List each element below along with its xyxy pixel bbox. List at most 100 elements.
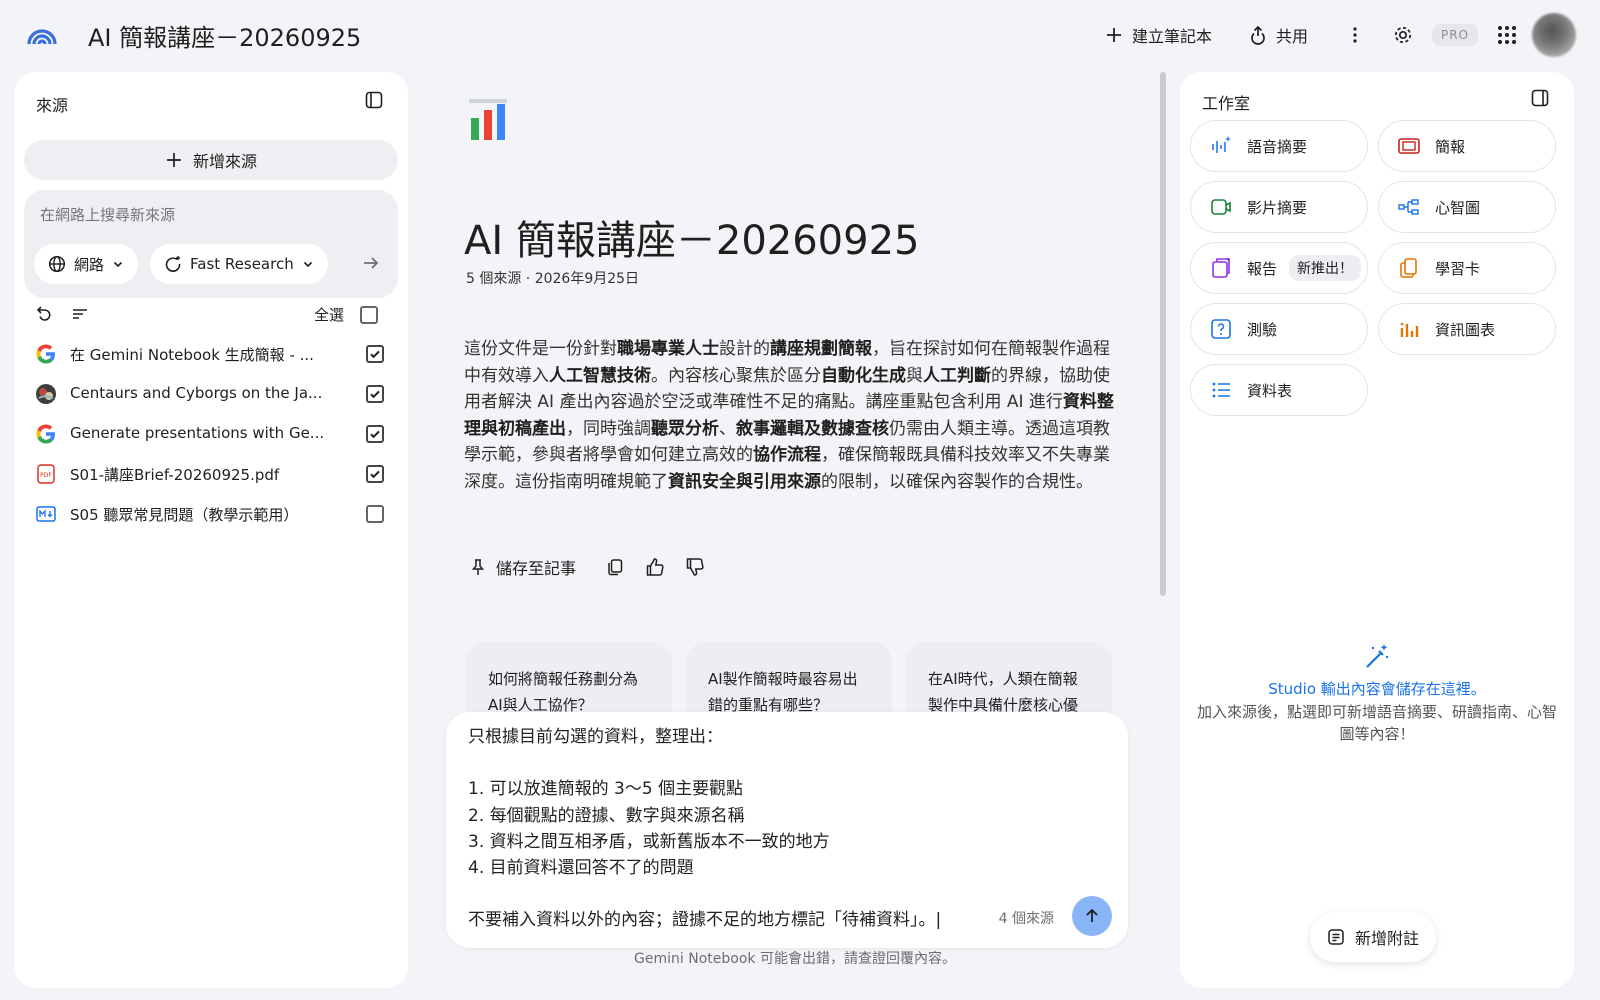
share-button[interactable]: 共用 — [1238, 16, 1318, 54]
report-button[interactable]: 報告 新推出！ — [1190, 242, 1368, 294]
apps-grid-icon — [1497, 25, 1517, 45]
pdf-icon: PDF — [34, 462, 58, 486]
source-checkbox[interactable] — [366, 385, 384, 403]
add-source-button[interactable]: 新增來源 — [24, 140, 398, 180]
web-source-dropdown[interactable]: 網路 — [34, 244, 139, 284]
source-item[interactable]: Centaurs and Cyborgs on the Ja... — [14, 374, 408, 414]
infographic-icon — [1397, 317, 1421, 341]
chat-input-text[interactable]: 只根據目前勾選的資料，整理出： 1. 可以放進簡報的 3～5 個主要觀點 2. … — [468, 724, 988, 934]
chat-scrollbar[interactable] — [1160, 72, 1166, 596]
source-checkbox[interactable] — [366, 465, 384, 483]
tile-label: 資料表 — [1247, 381, 1293, 400]
notebook-title[interactable]: AI 簡報講座－20260925 — [88, 18, 361, 53]
data-table-button[interactable]: 資料表 — [1190, 364, 1368, 416]
audio-overview-button[interactable]: 語音摘要 — [1190, 120, 1368, 172]
source-title: S05 聽眾常見問題（教學示範用） — [70, 506, 299, 524]
suggested-question[interactable]: 如何將簡報任務劃分為AI與人工協作？ — [466, 642, 672, 720]
summary-emphasis: 資訊安全與引用來源 — [668, 471, 821, 492]
top-bar: AI 簡報講座－20260925 建立筆記本 共用 PRO — [0, 0, 1600, 70]
select-all-label[interactable]: 全選 — [314, 304, 344, 325]
collapse-studio-button[interactable] — [1530, 88, 1552, 110]
notebook-summary: 這份文件是一份針對職場專業人士設計的講座規劃簡報，旨在探討如何在簡報製作過程中有… — [464, 336, 1114, 495]
pro-badge: PRO — [1431, 24, 1478, 46]
source-list-tools: 全選 — [34, 300, 390, 330]
bar-chart-emoji-icon — [468, 98, 508, 142]
source-checkbox[interactable] — [366, 345, 384, 363]
summary-emphasis: 自動化生成 — [821, 365, 906, 386]
svg-text:PDF: PDF — [40, 472, 52, 479]
tile-label: 影片摘要 — [1247, 198, 1308, 217]
studio-panel-title: 工作室 — [1202, 94, 1251, 113]
chevron-down-icon — [302, 258, 314, 270]
copy-icon — [606, 558, 624, 576]
studio-panel: 工作室 語音摘要 簡報 影片摘要 心智圖 報告 新推出！ 學習卡 測驗 資訊圖表… — [1180, 72, 1574, 988]
send-button[interactable] — [1072, 896, 1112, 936]
mind-map-button[interactable]: 心智圖 — [1378, 181, 1556, 233]
infographic-button[interactable]: 資訊圖表 — [1378, 303, 1556, 355]
thumbs-down-icon — [685, 557, 705, 577]
disclaimer: Gemini Notebook 可能會出錯，請查證回覆內容。 — [634, 951, 956, 967]
avatar[interactable] — [1532, 13, 1576, 57]
suggested-question[interactable]: AI製作簡報時最容易出錯的重點有哪些？ — [686, 642, 892, 720]
source-checkbox[interactable] — [366, 505, 384, 523]
tile-label: 簡報 — [1435, 137, 1466, 156]
summary-emphasis: 人工智慧技術 — [549, 365, 651, 386]
google-icon — [34, 342, 58, 366]
pin-icon — [470, 558, 486, 576]
summary-emphasis: 敘事邏輯及數據查核 — [736, 418, 889, 439]
quiz-button[interactable]: 測驗 — [1190, 303, 1368, 355]
source-title: 在 Gemini Notebook 生成簡報 - ... — [70, 346, 314, 364]
selected-source-count: 4 個來源 — [998, 911, 1054, 927]
slides-button[interactable]: 簡報 — [1378, 120, 1556, 172]
sources-panel: 來源 新增來源 網路 Fast Research — [14, 72, 408, 988]
sort-icon[interactable] — [70, 304, 90, 324]
source-item[interactable]: PDF S01-講座Brief-20260925.pdf — [14, 454, 408, 494]
suggested-question[interactable]: 在AI時代，人類在簡報製作中具備什麼核心優勢？ — [906, 642, 1112, 720]
quiz-icon — [1209, 317, 1233, 341]
copy-button[interactable] — [600, 552, 630, 582]
research-mode-label: Fast Research — [190, 255, 294, 273]
arrow-right-icon — [360, 252, 384, 274]
notebook-meta: 5 個來源 · 2026年9月25日 — [466, 271, 640, 287]
note-icon — [1327, 928, 1345, 946]
summary-emphasis: 講座規劃簡報 — [770, 339, 872, 359]
chat-composer[interactable]: 只根據目前勾選的資料，整理出： 1. 可以放進簡報的 3～5 個主要觀點 2. … — [446, 712, 1128, 948]
suggested-questions: 如何將簡報任務劃分為AI與人工協作？ AI製作簡報時最容易出錯的重點有哪些？ 在… — [466, 642, 1116, 720]
source-list: 在 Gemini Notebook 生成簡報 - ... Centaurs an… — [14, 334, 408, 534]
settings-icon — [1392, 24, 1414, 46]
research-mode-dropdown[interactable]: Fast Research — [150, 244, 328, 284]
add-note-label: 新增附註 — [1354, 929, 1419, 948]
source-item[interactable]: 在 Gemini Notebook 生成簡報 - ... — [14, 334, 408, 374]
select-all-checkbox[interactable] — [360, 306, 378, 324]
refresh-sources-icon[interactable] — [34, 304, 54, 324]
studio-empty-description: 加入來源後，點選即可新增語音摘要、研讀指南、心智圖等內容！ — [1196, 703, 1557, 743]
settings-button[interactable] — [1384, 16, 1422, 54]
more-vert-icon — [1352, 26, 1358, 44]
thumbs-up-button[interactable] — [640, 552, 670, 582]
summary-emphasis: 職場專業人士 — [617, 339, 719, 359]
web-search-input[interactable] — [40, 202, 380, 228]
search-submit-button[interactable] — [360, 252, 384, 276]
chat-panel: AI 簡報講座－20260925 5 個來源 · 2026年9月25日 這份文件… — [430, 72, 1166, 988]
source-item[interactable]: Generate presentations with Ge... — [14, 414, 408, 454]
collapse-sources-button[interactable] — [364, 90, 386, 112]
summary-emphasis: 聽眾分析 — [651, 418, 719, 439]
notebook-logo-icon[interactable] — [24, 18, 60, 54]
more-options-button[interactable] — [1336, 16, 1374, 54]
video-overview-button[interactable]: 影片摘要 — [1190, 181, 1368, 233]
add-note-button[interactable]: 新增附註 — [1310, 912, 1436, 962]
source-checkbox[interactable] — [366, 425, 384, 443]
plus-icon — [1104, 25, 1124, 45]
summary-text: 與 — [906, 365, 923, 386]
source-title: S01-講座Brief-20260925.pdf — [70, 466, 280, 484]
apps-button[interactable] — [1488, 16, 1526, 54]
summary-text: 這份文件是一份針對 — [464, 339, 617, 359]
save-to-note-button[interactable]: 儲存至記事 — [470, 555, 590, 579]
create-notebook-button[interactable]: 建立筆記本 — [1094, 16, 1222, 54]
thumbs-down-button[interactable] — [680, 552, 710, 582]
flashcards-button[interactable]: 學習卡 — [1378, 242, 1556, 294]
web-search-box: 網路 Fast Research — [24, 190, 398, 298]
tile-label: 語音摘要 — [1247, 137, 1308, 156]
plus-icon — [165, 151, 183, 169]
source-item[interactable]: S05 聽眾常見問題（教學示範用） — [14, 494, 408, 534]
